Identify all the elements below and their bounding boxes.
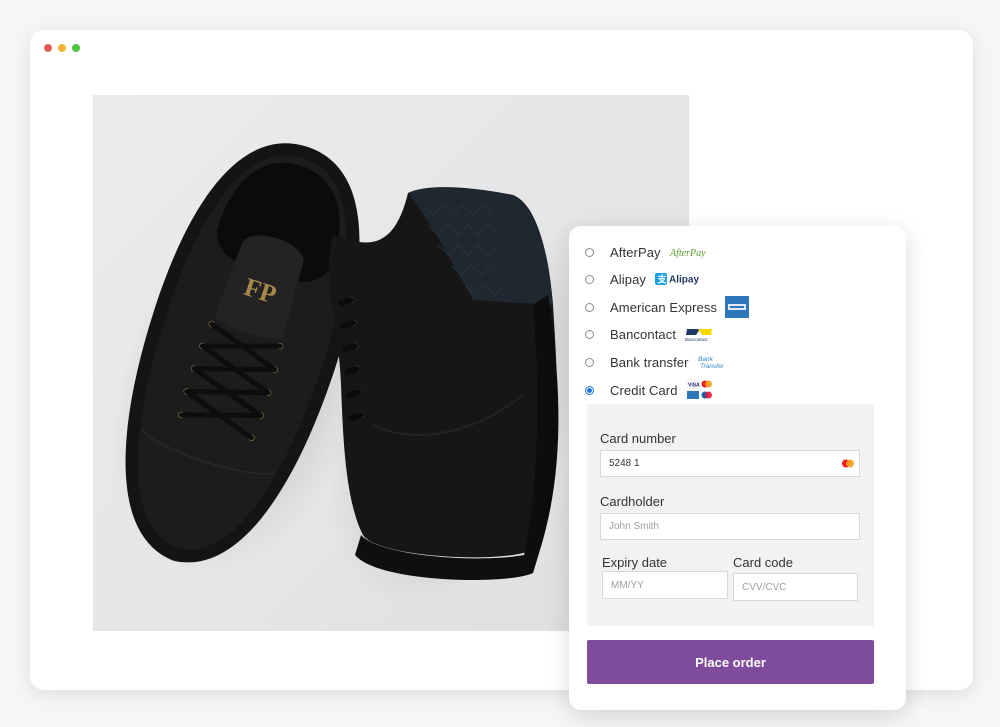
window-controls	[44, 44, 80, 52]
payment-method-bank-transfer[interactable]: Bank transfer Bank Transfer	[585, 351, 731, 373]
payment-method-label[interactable]: Alipay	[610, 272, 646, 287]
bancontact-logo-icon: Bancontact	[684, 325, 714, 343]
card-form: Card number Cardholder Expiry date Card …	[587, 404, 874, 626]
payment-method-label[interactable]: American Express	[610, 300, 717, 315]
amex-logo-icon	[725, 296, 750, 318]
payment-panel: AfterPay AfterPay Alipay 支 Alipay American Ex…	[569, 226, 906, 710]
svg-text:Transfer: Transfer	[700, 363, 725, 370]
maximize-dot-icon[interactable]	[72, 44, 80, 52]
afterpay-logo-icon: AfterPay	[669, 246, 721, 258]
radio-button[interactable]	[585, 302, 594, 312]
svg-text:AfterPay: AfterPay	[669, 248, 706, 258]
cardholder-input[interactable]	[600, 513, 860, 540]
svg-text:支: 支	[657, 274, 668, 285]
payment-method-credit-card[interactable]: Credit Card VISA	[585, 379, 714, 401]
radio-button[interactable]	[585, 385, 594, 395]
payment-method-bancontact[interactable]: Bancontact Bancontact	[585, 323, 714, 345]
svg-text:VISA: VISA	[688, 383, 700, 389]
close-dot-icon[interactable]	[44, 44, 52, 52]
radio-button[interactable]	[585, 329, 594, 339]
payment-method-label[interactable]: AfterPay	[610, 245, 661, 260]
mastercard-icon	[842, 459, 854, 468]
payment-method-label[interactable]: Bank transfer	[610, 355, 689, 370]
radio-button[interactable]	[585, 274, 594, 284]
svg-text:Bancontact: Bancontact	[685, 337, 708, 342]
svg-text:Bank: Bank	[698, 356, 714, 363]
svg-text:Alipay: Alipay	[669, 275, 699, 286]
card-number-input[interactable]	[600, 450, 860, 477]
payment-method-american-express[interactable]: American Express	[585, 296, 750, 318]
radio-button[interactable]	[585, 357, 594, 367]
card-code-input[interactable]	[733, 573, 858, 601]
bank-transfer-logo-icon: Bank Transfer	[697, 354, 731, 370]
card-number-label: Card number	[600, 431, 676, 446]
credit-card-logos-icon: VISA	[686, 379, 714, 401]
payment-method-afterpay[interactable]: AfterPay AfterPay	[585, 241, 721, 263]
card-code-label: Card code	[733, 555, 793, 570]
expiry-date-input[interactable]	[602, 571, 728, 599]
minimize-dot-icon[interactable]	[58, 44, 66, 52]
radio-button[interactable]	[585, 247, 594, 257]
cardholder-label: Cardholder	[600, 494, 665, 509]
payment-method-label[interactable]: Bancontact	[610, 327, 676, 342]
payment-method-alipay[interactable]: Alipay 支 Alipay	[585, 268, 704, 290]
expiry-date-label: Expiry date	[602, 555, 668, 570]
payment-method-label[interactable]: Credit Card	[610, 383, 678, 398]
alipay-logo-icon: 支 Alipay	[654, 271, 704, 287]
place-order-button[interactable]: Place order	[587, 640, 874, 684]
